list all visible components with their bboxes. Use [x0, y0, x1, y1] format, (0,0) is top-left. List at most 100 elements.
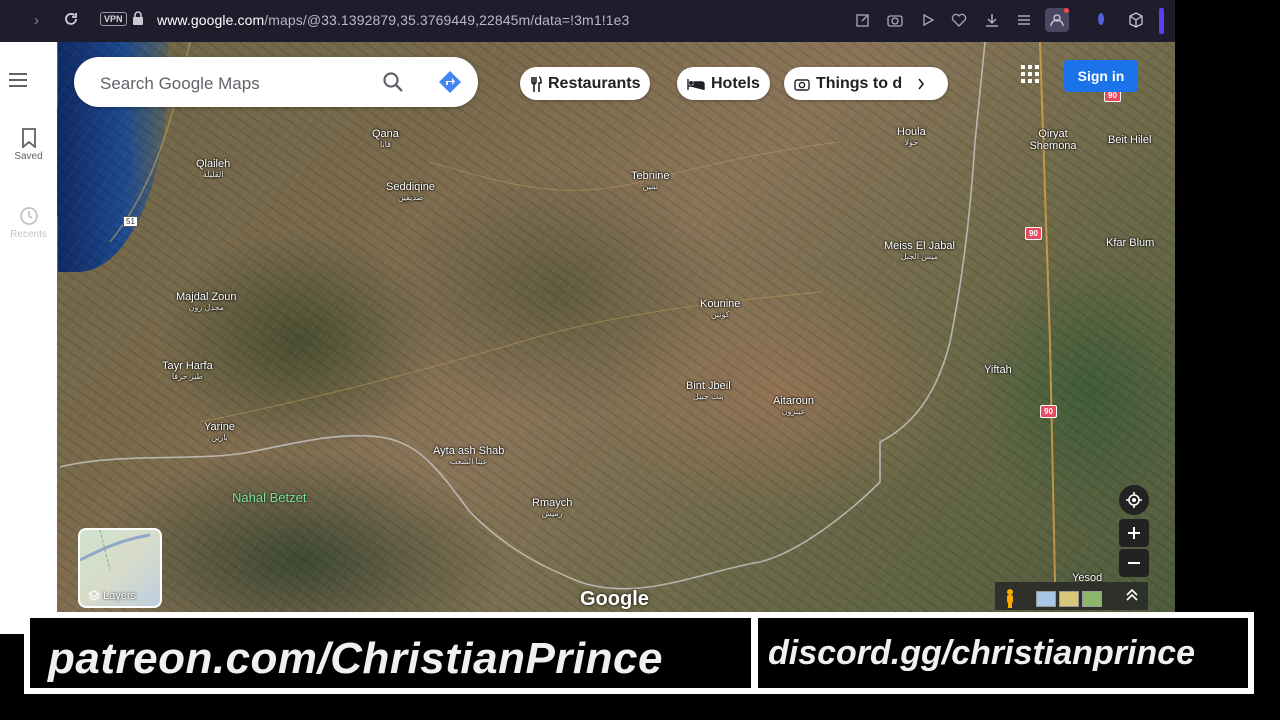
sign-in-button[interactable]: Sign in: [1064, 60, 1138, 92]
heart-icon[interactable]: [949, 10, 969, 30]
bed-icon: [687, 78, 705, 90]
place-name-arabic: عيترون: [781, 407, 806, 416]
vpn-badge[interactable]: VPN: [100, 12, 127, 26]
play-icon[interactable]: [918, 10, 938, 30]
patreon-link: patreon.com/ChristianPrince: [48, 634, 663, 683]
chip-label: Hotels: [711, 74, 760, 92]
plus-icon: [1128, 527, 1140, 539]
terrain-thumbnail[interactable]: [1059, 591, 1079, 607]
place-label[interactable]: Qana قانا: [372, 128, 399, 149]
road-shield: 90: [1025, 227, 1042, 240]
map-type-thumbnail[interactable]: [1036, 591, 1056, 607]
place-label[interactable]: Ayta ash Shab عيتا الشعب: [433, 445, 504, 466]
camera-icon[interactable]: [885, 10, 905, 30]
zoom-out-button[interactable]: [1119, 549, 1149, 577]
chip-restaurants[interactable]: Restaurants: [520, 67, 651, 100]
place-name-arabic: صديقين: [397, 193, 424, 202]
road-shield: 90: [1040, 405, 1057, 418]
discord-link: discord.gg/christianprince: [768, 634, 1195, 672]
place-name: Aitaroun: [773, 395, 814, 407]
recents-label: Recents: [10, 229, 47, 240]
place-name-arabic: رميش: [541, 509, 563, 518]
discord-box: discord.gg/christianprince: [758, 618, 1248, 688]
chevron-right-icon[interactable]: [908, 70, 935, 97]
apps-grid-icon[interactable]: [1021, 65, 1039, 88]
zoom-in-button[interactable]: [1119, 519, 1149, 547]
chevron-up-icon[interactable]: [1126, 588, 1138, 605]
place-name: Rmaych: [532, 497, 573, 509]
search-box[interactable]: Search Google Maps: [74, 57, 478, 107]
place-name: Ayta ash Shab: [433, 445, 505, 457]
url-domain: www.google.com: [157, 12, 265, 28]
place-label[interactable]: Meiss El Jabal ميس الجبل: [884, 240, 955, 261]
cube-icon[interactable]: [1126, 10, 1146, 30]
profile-icon[interactable]: [1045, 8, 1069, 32]
place-label[interactable]: Qiryat Shemona: [1028, 128, 1078, 152]
place-name: Tebnine: [631, 170, 670, 182]
place-name-arabic: عيتا الشعب: [449, 457, 488, 466]
bookmark-icon: [21, 128, 36, 149]
border-lines: [59, 42, 1056, 590]
place-name: Qana: [372, 128, 399, 140]
saved-label: Saved: [14, 151, 43, 162]
lock-icon[interactable]: [132, 11, 144, 30]
place-label[interactable]: Yarine يارين: [204, 421, 235, 442]
pegman-icon[interactable]: [1004, 588, 1016, 613]
place-label[interactable]: Kfar Blum: [1106, 237, 1154, 249]
place-label[interactable]: Majdal Zoun مجدل زون: [176, 291, 237, 312]
place-label[interactable]: Qlaileh القليلة: [196, 158, 230, 179]
search-input[interactable]: Search Google Maps: [100, 74, 260, 94]
saved-button[interactable]: Saved: [0, 128, 57, 162]
directions-icon[interactable]: [438, 70, 462, 99]
place-name: Yiftah: [984, 364, 1012, 376]
place-label[interactable]: Seddiqine صديقين: [386, 181, 435, 202]
satellite-thumbnail[interactable]: [1082, 591, 1102, 607]
reload-icon[interactable]: [63, 11, 79, 31]
place-label[interactable]: Rmaych رميش: [532, 497, 572, 518]
nature-area-label[interactable]: Nahal Betzet: [232, 490, 306, 505]
layers-label: Layers: [103, 590, 137, 602]
recents-button[interactable]: Recents: [0, 206, 57, 240]
place-label[interactable]: Yiftah: [984, 364, 1012, 376]
search-icon[interactable]: [382, 71, 404, 98]
download-icon[interactable]: [982, 10, 1002, 30]
google-logo: Google: [580, 588, 649, 610]
address-bar[interactable]: www.google.com/maps/@33.1392879,35.37694…: [157, 12, 629, 28]
layers-icon: [88, 590, 100, 601]
place-name: Qlaileh: [196, 158, 231, 170]
maps-sidebar: Saved Recents: [0, 42, 57, 634]
layers-label-wrap: Layers: [88, 590, 136, 602]
place-name: Beit Hilel: [1108, 134, 1152, 146]
list-icon[interactable]: [1014, 10, 1034, 30]
place-name-arabic: تبنين: [642, 182, 659, 191]
patreon-box: patreon.com/ChristianPrince: [30, 618, 751, 688]
place-label[interactable]: Bint Jbeil بنت جبيل: [686, 380, 731, 401]
road-shield: 51: [123, 216, 138, 227]
place-label[interactable]: Kounine كونين: [700, 298, 740, 319]
place-label[interactable]: Aitaroun عيترون: [773, 395, 814, 416]
sidebar-toggle[interactable]: [1159, 8, 1164, 34]
place-name: Tayr Harfa: [162, 360, 213, 372]
place-name: Meiss El Jabal: [884, 240, 955, 252]
camera-icon: [794, 78, 810, 91]
place-name: Bint Jbeil: [686, 380, 731, 392]
place-name-arabic: القليلة: [202, 170, 224, 179]
place-label[interactable]: Tebnine تبنين: [631, 170, 670, 191]
chip-things-to-do[interactable]: Things to d: [784, 67, 948, 100]
forward-icon[interactable]: ›: [34, 12, 39, 29]
edit-icon[interactable]: [853, 10, 873, 30]
layers-thumbnail: [80, 530, 151, 571]
fork-knife-icon: [531, 75, 542, 92]
chip-hotels[interactable]: Hotels: [677, 67, 770, 100]
place-label[interactable]: Houla حولا: [897, 126, 926, 147]
satellite-map[interactable]: [0, 42, 1175, 612]
place-name-arabic: يارين: [211, 433, 228, 442]
my-location-button[interactable]: [1119, 485, 1149, 515]
extension-icon[interactable]: [1091, 10, 1111, 30]
menu-icon[interactable]: [8, 72, 28, 93]
chip-label: Restaurants: [548, 74, 641, 92]
place-label[interactable]: Beit Hilel: [1108, 134, 1151, 146]
history-icon: [19, 207, 38, 225]
place-label[interactable]: Tayr Harfa طير حرفا: [162, 360, 213, 381]
layers-button[interactable]: Layers: [78, 528, 162, 608]
